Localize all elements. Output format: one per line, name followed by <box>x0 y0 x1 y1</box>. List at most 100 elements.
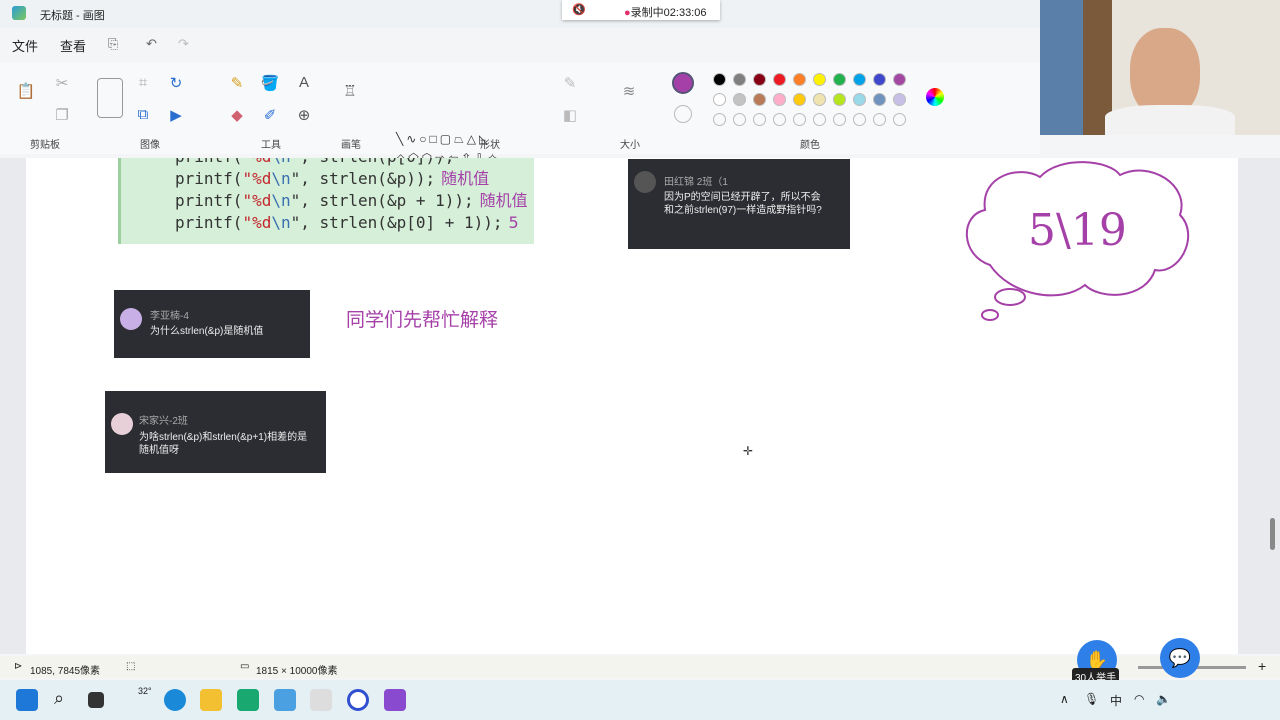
select-button[interactable] <box>97 78 123 118</box>
color-swatch[interactable] <box>853 93 866 106</box>
secondary-color[interactable] <box>674 105 692 123</box>
scrollbar-thumb[interactable] <box>1270 518 1275 550</box>
color-swatch[interactable] <box>773 73 786 86</box>
custom-color-slot[interactable] <box>853 113 866 126</box>
color-swatch[interactable] <box>773 93 786 106</box>
color-swatch[interactable] <box>893 93 906 106</box>
color-picker-icon[interactable]: ✐ <box>260 106 280 124</box>
code-post: ", strlen(p[0])); <box>291 158 455 166</box>
custom-color-slot[interactable] <box>793 113 806 126</box>
fill-icon[interactable]: 🪣 <box>260 74 280 92</box>
copy-icon[interactable]: ❐ <box>52 106 72 124</box>
comment-author: 田红锦 2班（1 <box>664 177 728 188</box>
task-view-icon[interactable] <box>88 692 104 708</box>
custom-color-slot[interactable] <box>753 113 766 126</box>
redo-icon[interactable]: ↷ <box>178 36 189 52</box>
code-line: printf("%d\n", strlen(&p[0] + 1)); 5 <box>175 212 534 234</box>
menu-file[interactable]: 文件 <box>12 36 38 55</box>
code-line: printf("%d\n", strlen(&p)); 随机值 <box>175 168 534 190</box>
color-swatch[interactable] <box>813 73 826 86</box>
custom-color-slot[interactable] <box>773 113 786 126</box>
code-pre: printf( <box>175 158 242 166</box>
custom-color-slot[interactable] <box>873 113 886 126</box>
weather-temp[interactable]: 32° <box>138 686 152 696</box>
size-icon[interactable]: ≋ <box>619 82 639 100</box>
menu-view[interactable]: 查看 <box>60 36 86 55</box>
code-screenshot: printf("%d\n", strlen(p[0]));printf("%d\… <box>118 158 534 244</box>
chat-button[interactable]: 💬 <box>1160 638 1200 678</box>
file-explorer-icon[interactable] <box>200 689 222 711</box>
color-swatch[interactable] <box>713 73 726 86</box>
shape-fill-icon[interactable]: ◧ <box>560 106 580 124</box>
cut-icon[interactable]: ✂ <box>52 74 72 92</box>
color-swatch[interactable] <box>733 73 746 86</box>
custom-color-slot[interactable] <box>713 113 726 126</box>
color-swatch[interactable] <box>753 93 766 106</box>
code-esc: \n <box>271 169 291 188</box>
comment-text: 为啥strlen(&p)和strlen(&p+1)相差的是随机值呀 <box>139 432 308 456</box>
paint-taskbar-icon[interactable] <box>274 689 296 711</box>
eraser-icon[interactable]: ◆ <box>227 106 247 124</box>
undo-icon[interactable]: ↶ <box>146 36 157 52</box>
bubble-text: 5\19 <box>1028 205 1127 256</box>
edge-icon[interactable] <box>164 689 186 711</box>
color-swatch[interactable] <box>833 73 846 86</box>
microphone-icon[interactable]: 🎙 <box>1084 692 1099 706</box>
color-swatch[interactable] <box>753 73 766 86</box>
color-swatch[interactable] <box>873 73 886 86</box>
taskbar: ⌕ 32° ∧ 🎙 中 ◠ 🔈 <box>0 680 1280 720</box>
group-label: 大小 <box>620 140 640 151</box>
speaker-muted-icon[interactable]: 🔇 <box>572 3 586 16</box>
code-str: "%d <box>242 191 272 210</box>
comment-card: 田红锦 2班（1 因为P的空间已经开辟了，所以不会和之前strlen(97)一样… <box>628 159 850 249</box>
save-icon[interactable]: ⎘ <box>108 36 118 52</box>
custom-color-slot[interactable] <box>833 113 846 126</box>
app-icon[interactable] <box>347 689 369 711</box>
edit-colors-icon[interactable] <box>926 88 944 106</box>
custom-color-slot[interactable] <box>893 113 906 126</box>
custom-color-slot[interactable] <box>733 113 746 126</box>
zoom-in-icon[interactable]: + <box>1258 658 1266 674</box>
color-swatch[interactable] <box>713 93 726 106</box>
color-swatch[interactable] <box>733 93 746 106</box>
color-swatch[interactable] <box>813 93 826 106</box>
ime-indicator[interactable]: 中 <box>1110 692 1122 709</box>
color-swatch[interactable] <box>793 73 806 86</box>
brush-icon[interactable]: ♖ <box>340 82 360 100</box>
code-esc: \n <box>271 158 290 166</box>
comment-text: 为什么strlen(&p)是随机值 <box>150 326 264 337</box>
volume-icon[interactable]: 🔈 <box>1156 692 1171 706</box>
search-icon[interactable]: ⌕ <box>54 688 64 709</box>
shapes-row[interactable]: ╲∿○□▢⏢△◺ <box>396 130 546 149</box>
cursor-position: 1085, 7845像素 <box>30 666 101 677</box>
crop-icon[interactable]: ⌗ <box>133 74 153 91</box>
start-icon[interactable] <box>16 689 38 711</box>
text-icon[interactable]: A <box>294 74 314 91</box>
color-swatch[interactable] <box>893 73 906 86</box>
code-esc: \n <box>271 191 291 210</box>
code-str: "%d <box>242 213 272 232</box>
custom-color-slot[interactable] <box>813 113 826 126</box>
color-swatch[interactable] <box>793 93 806 106</box>
outline-icon[interactable]: ✎ <box>560 74 580 92</box>
rotate-icon[interactable]: ↻ <box>166 74 186 92</box>
resize-icon[interactable]: ⧉ <box>133 106 153 123</box>
app-icon[interactable] <box>310 689 332 711</box>
tray-chevron-icon[interactable]: ∧ <box>1060 692 1069 706</box>
code-pre: printf( <box>175 213 243 232</box>
paste-icon[interactable]: 📋 <box>16 82 36 100</box>
color-swatch[interactable] <box>833 93 846 106</box>
color-swatch[interactable] <box>853 73 866 86</box>
pdf-app-icon[interactable] <box>237 689 259 711</box>
comment-author: 宋家兴-2班 <box>139 416 188 427</box>
color-swatch[interactable] <box>873 93 886 106</box>
wifi-icon[interactable]: ◠ <box>1134 692 1144 706</box>
group-label: 画笔 <box>341 140 361 151</box>
pointer-icon: ⊳ <box>14 661 23 672</box>
visual-studio-icon[interactable] <box>384 689 406 711</box>
code-pre: printf( <box>175 191 243 210</box>
flip-icon[interactable]: ▶ <box>166 106 186 124</box>
pencil-icon[interactable]: ✎ <box>227 74 247 92</box>
primary-color[interactable] <box>672 72 694 94</box>
magnifier-icon[interactable]: ⊕ <box>294 106 314 124</box>
